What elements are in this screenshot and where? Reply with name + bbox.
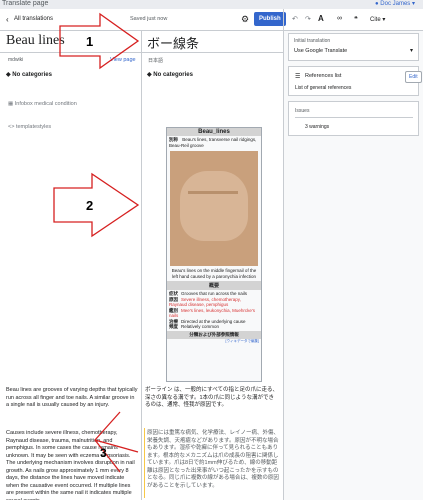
annotation-label-2: 2 bbox=[86, 198, 93, 213]
annotation-arrow-1 bbox=[59, 12, 140, 70]
annotation-arrow-3-line-c bbox=[94, 439, 121, 473]
annotation-arrow-2 bbox=[53, 172, 140, 238]
annotation-label-1: 1 bbox=[86, 34, 93, 49]
annotation-arrow-3-line-b bbox=[94, 411, 121, 441]
annotation-overlay: 1 2 3 bbox=[53, 12, 140, 473]
annotation-label-3: 3 bbox=[100, 446, 107, 460]
